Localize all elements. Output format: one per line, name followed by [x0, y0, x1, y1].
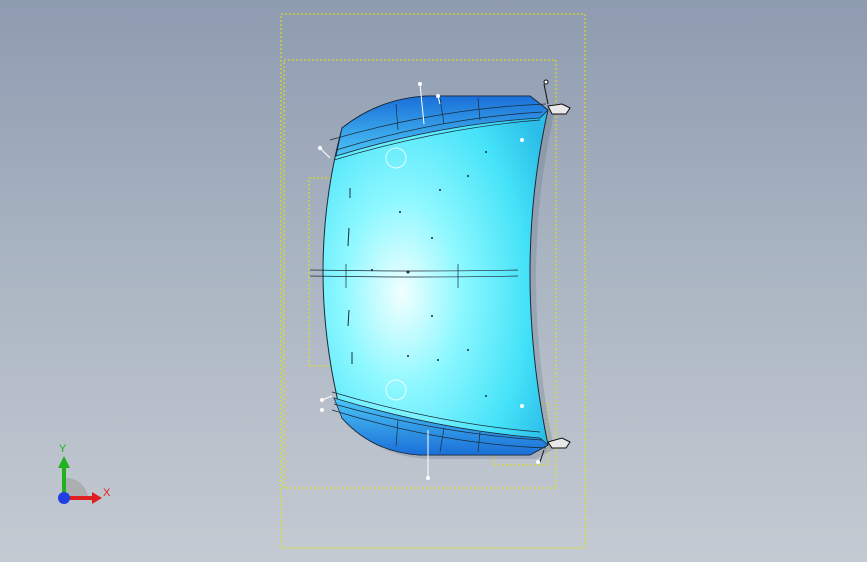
x-axis-arrowhead	[92, 492, 102, 504]
cad-graphics-viewport[interactable]: Y X	[0, 0, 867, 562]
triad-x-label: X	[103, 487, 111, 499]
reference-triad	[58, 456, 102, 504]
y-axis-arrowhead	[58, 456, 70, 468]
triad-y-label: Y	[59, 443, 67, 455]
z-axis-dot	[58, 492, 70, 504]
